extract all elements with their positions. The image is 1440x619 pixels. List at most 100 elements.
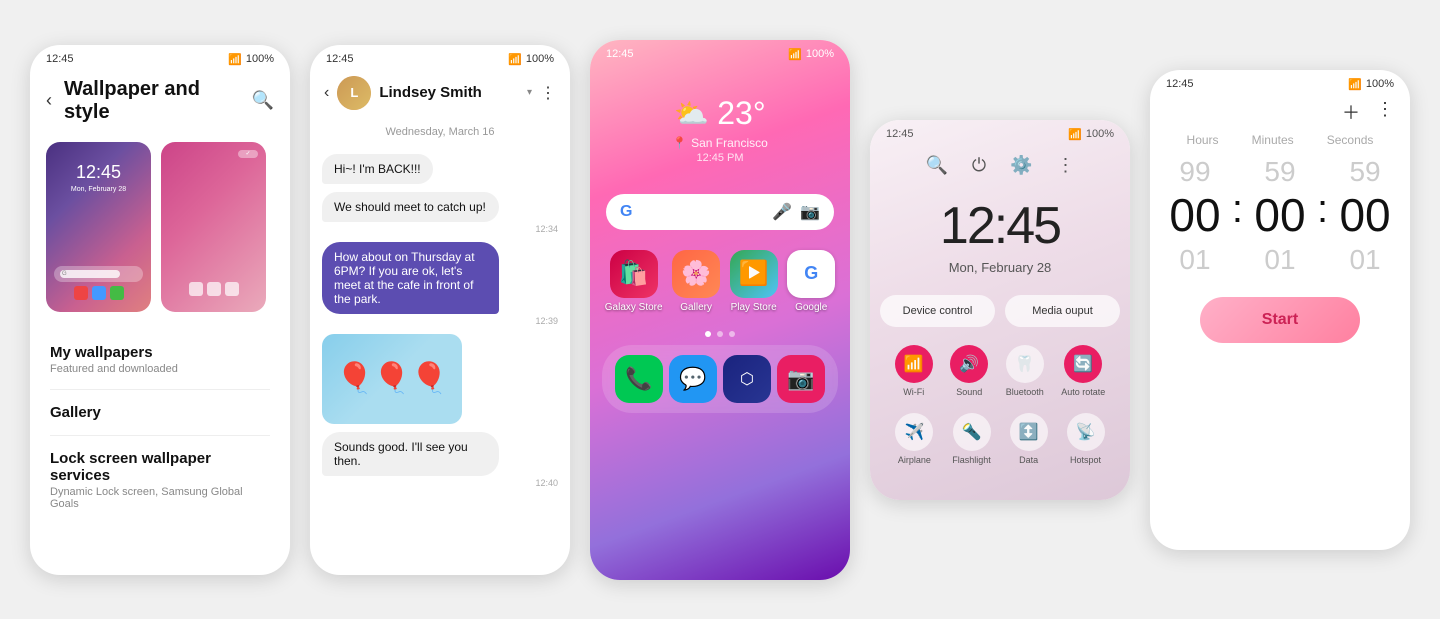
app-google[interactable]: G Google	[787, 250, 835, 313]
status-bar-2: 12:45 📶 100%	[310, 45, 570, 70]
mic-icon[interactable]: 🎤	[772, 202, 792, 222]
autorotate-toggle-circle: 🔄	[1064, 345, 1102, 383]
status-bar-1: 12:45 📶 100%	[30, 45, 290, 70]
dot-2	[717, 331, 723, 337]
search-bar[interactable]: G 🎤 📷	[606, 194, 834, 230]
hotspot-toggle-circle: 📡	[1067, 413, 1105, 451]
msg-image: 🎈🎈🎈	[322, 334, 462, 424]
seconds-above: 59	[1349, 155, 1380, 189]
more-icon-timer[interactable]: ⋮	[1376, 99, 1394, 125]
chevron-down-icon[interactable]: ▾	[527, 87, 532, 98]
seconds-below: 01	[1349, 243, 1380, 277]
status-bar-4: 12:45 📶 100%	[870, 120, 1130, 145]
airplane-toggle-label: Airplane	[898, 455, 931, 465]
flashlight-toggle-circle: 🔦	[953, 413, 991, 451]
flashlight-toggle-label: Flashlight	[952, 455, 991, 465]
msg-2: We should meet to catch up!	[322, 192, 499, 222]
toggle-autorotate[interactable]: 🔄 Auto rotate	[1061, 345, 1105, 397]
power-icon-lock[interactable]: ⏻	[972, 155, 986, 176]
msg-5: Sounds good. I'll see you then.	[322, 432, 499, 476]
menu-my-wallpapers[interactable]: My wallpapers Featured and downloaded	[30, 330, 290, 389]
msg-2-time: 12:34	[322, 224, 558, 234]
more-icon[interactable]: ⋮	[540, 83, 556, 103]
weather-icon: ⛅	[674, 97, 709, 130]
airplane-toggle-circle: ✈️	[895, 413, 933, 451]
screen-wallpaper: 12:45 📶 100% ‹ Wallpaper and style 🔍 12:…	[30, 45, 290, 575]
start-button[interactable]: Start	[1200, 297, 1360, 343]
control-buttons: Device control Media ouput	[880, 295, 1120, 327]
toggle-sound[interactable]: 🔊 Sound	[950, 345, 988, 397]
wifi-icon-1: 📶	[228, 53, 242, 66]
lock-services-sub: Dynamic Lock screen, Samsung Global Goal…	[50, 486, 270, 510]
lock-screen-thumb[interactable]: 12:45 Mon, February 28 G	[46, 142, 151, 312]
sound-toggle-label: Sound	[956, 387, 982, 397]
app-icons-row: 🛍️ Galaxy Store 🌸 Gallery ▶️ Play Store …	[590, 250, 850, 313]
home-screen-thumb[interactable]: ✓	[161, 142, 266, 312]
back-icon-2[interactable]: ‹	[324, 84, 329, 102]
more-icon-lock[interactable]: ⋮	[1057, 155, 1075, 176]
lock-thumb-date: Mon, February 28	[71, 186, 126, 193]
dock-phone[interactable]: 📞	[615, 355, 663, 403]
msg-5-time: 12:40	[322, 478, 558, 488]
lock-time: 12:45	[870, 186, 1130, 260]
galaxy-store-label: Galaxy Store	[605, 302, 663, 313]
wallpaper-previews: 12:45 Mon, February 28 G ✓	[30, 132, 290, 322]
gallery-label: Gallery	[50, 404, 270, 421]
toggle-bluetooth[interactable]: 🦷 Bluetooth	[1006, 345, 1044, 397]
toggle-airplane[interactable]: ✈️ Airplane	[895, 413, 933, 465]
menu-gallery[interactable]: Gallery	[30, 390, 290, 435]
messages-area: Hi~! I'm BACK!!! We should meet to catch…	[310, 148, 570, 494]
lens-icon[interactable]: 📷	[800, 202, 820, 222]
msg-3-time: 12:39	[322, 316, 558, 326]
settings-icon-lock[interactable]: ⚙️	[1010, 155, 1032, 176]
weather-time: 12:45 PM	[696, 152, 743, 164]
status-bar-3: 12:45 📶 100%	[590, 40, 850, 65]
device-control-btn[interactable]: Device control	[880, 295, 995, 327]
google-label: Google	[795, 302, 827, 313]
timer-header: ＋ ⋮	[1150, 95, 1410, 129]
hours-scroll[interactable]: 99 00 01	[1160, 155, 1230, 277]
battery-5: 100%	[1366, 78, 1394, 90]
msg-1: Hi~! I'm BACK!!!	[322, 154, 433, 184]
toggle-wifi[interactable]: 📶 Wi-Fi	[895, 345, 933, 397]
add-icon[interactable]: ＋	[1342, 99, 1360, 125]
dock-messages[interactable]: 💬	[669, 355, 717, 403]
weather-temp: 23°	[717, 95, 765, 132]
toggle-data[interactable]: ↕️ Data	[1010, 413, 1048, 465]
seconds-scroll[interactable]: 59 00 01	[1330, 155, 1400, 277]
gallery-icon: 🌸	[672, 250, 720, 298]
time-3: 12:45	[606, 48, 634, 60]
app-galaxy-store[interactable]: 🛍️ Galaxy Store	[605, 250, 663, 313]
screens-container: 12:45 📶 100% ‹ Wallpaper and style 🔍 12:…	[0, 0, 1440, 619]
media-output-btn[interactable]: Media ouput	[1005, 295, 1120, 327]
app-gallery[interactable]: 🌸 Gallery	[672, 250, 720, 313]
data-toggle-circle: ↕️	[1010, 413, 1048, 451]
lock-top-icons: 🔍 ⏻ ⚙️ ⋮	[870, 145, 1130, 186]
dock-camera[interactable]: 📷	[777, 355, 825, 403]
app-play-store[interactable]: ▶️ Play Store	[730, 250, 778, 313]
minutes-scroll[interactable]: 59 00 01	[1245, 155, 1315, 277]
bluetooth-toggle-label: Bluetooth	[1006, 387, 1044, 397]
hours-active: 00	[1169, 188, 1220, 243]
lock-date: Mon, February 28	[870, 260, 1130, 275]
menu-lock-services[interactable]: Lock screen wallpaper services Dynamic L…	[30, 436, 290, 524]
dock-samsung[interactable]: ⬡	[723, 355, 771, 403]
weather-widget: ⛅ 23° 📍 San Francisco 12:45 PM	[590, 65, 850, 174]
battery-3: 100%	[806, 48, 834, 60]
data-toggle-label: Data	[1019, 455, 1038, 465]
page-dots	[590, 331, 850, 337]
toggle-flashlight[interactable]: 🔦 Flashlight	[952, 413, 991, 465]
seconds-label: Seconds	[1327, 133, 1374, 147]
play-store-label: Play Store	[731, 302, 777, 313]
search-icon-lock[interactable]: 🔍	[925, 155, 947, 176]
toggle-hotspot[interactable]: 📡 Hotspot	[1067, 413, 1105, 465]
back-icon-1[interactable]: ‹	[46, 90, 52, 111]
lock-thumb-time: 12:45	[76, 162, 121, 183]
lock-thumb-icons	[74, 286, 124, 300]
messages-header: ‹ L Lindsey Smith ▾ ⋮	[310, 70, 570, 116]
lock-services-label: Lock screen wallpaper services	[50, 450, 270, 484]
battery-1: 100%	[246, 53, 274, 65]
search-icon-1[interactable]: 🔍	[252, 90, 274, 111]
seconds-active: 00	[1339, 188, 1390, 243]
screen-home: 12:45 📶 100% ⛅ 23° 📍 San Francisco 12:45…	[590, 40, 850, 580]
